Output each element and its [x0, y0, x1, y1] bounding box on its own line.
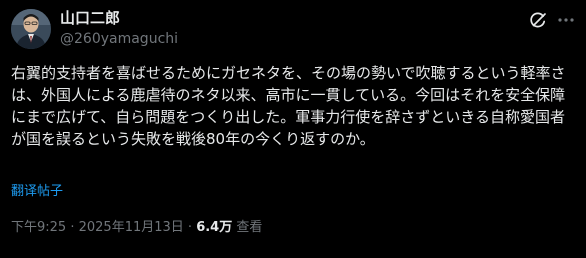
views-count: 6.4万	[196, 220, 233, 235]
more-icon	[558, 18, 574, 22]
grok-button[interactable]	[528, 10, 548, 30]
meta-separator: ·	[183, 220, 197, 235]
post-date[interactable]: 2025年11月13日	[79, 220, 184, 235]
views-label: 查看	[236, 220, 263, 235]
grok-icon	[530, 12, 546, 28]
post: 山口二郎 @260yamaguchi 右翼的支持者を喜ばせるためにガセネタを、そ…	[0, 0, 586, 258]
display-name[interactable]: 山口二郎	[60, 9, 178, 27]
avatar-image	[11, 9, 51, 49]
more-options-button[interactable]	[556, 10, 576, 30]
post-text: 右翼的支持者を喜ばせるためにガセネタを、その場の勢いで吹聴するという軽率さは、外…	[11, 64, 566, 148]
author-block: 山口二郎 @260yamaguchi	[60, 9, 178, 48]
translate-post-link[interactable]: 翻译帖子	[11, 184, 63, 200]
meta-separator: ·	[66, 220, 79, 235]
avatar[interactable]	[11, 9, 51, 49]
post-time[interactable]: 下午9:25	[11, 220, 66, 235]
user-handle[interactable]: @260yamaguchi	[60, 30, 178, 48]
post-meta: 下午9:25 · 2025年11月13日 · 6.4万 查看	[11, 220, 262, 236]
